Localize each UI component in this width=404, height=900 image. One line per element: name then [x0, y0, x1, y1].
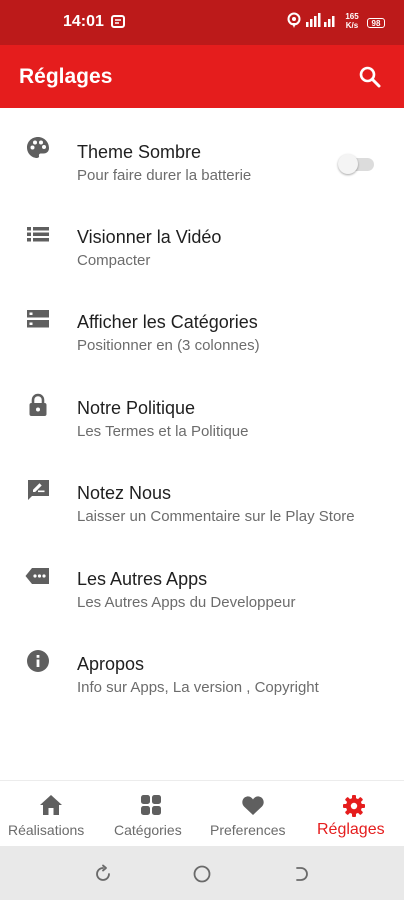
battery-level: 98	[371, 19, 381, 28]
rate-review-icon	[28, 480, 49, 500]
settings-list: Theme Sombre Pour faire durer la batteri…	[0, 108, 404, 707]
settings-item-subtitle: Pour faire durer la batterie	[77, 167, 252, 184]
signal-icon-sim2	[324, 16, 335, 27]
settings-item-about[interactable]: Apropos Info sur Apps, La version , Copy…	[0, 621, 404, 707]
settings-item-subtitle: Info sur Apps, La version , Copyright	[77, 679, 319, 696]
nav-item-preferences[interactable]: Preferences	[204, 781, 300, 847]
settings-item-title: Notre Politique	[77, 397, 196, 418]
home-icon	[40, 795, 62, 815]
settings-item-subtitle: Les Termes et la Politique	[77, 422, 249, 440]
info-icon	[27, 650, 49, 672]
lock-icon	[29, 393, 47, 416]
settings-item-video[interactable]: Visionner la Vidéo Compacter	[0, 194, 404, 280]
dark-theme-toggle[interactable]	[338, 153, 376, 175]
gear-icon	[343, 795, 365, 817]
system-navigation-bar	[0, 846, 404, 900]
nav-item-reglages[interactable]: Réglages	[310, 781, 404, 847]
bottom-navigation: Réalisations Catégories Preferences Régl…	[0, 780, 404, 847]
app-bar: Réglages	[0, 45, 404, 108]
storage-icon	[27, 310, 49, 328]
more-apps-icon	[25, 567, 49, 584]
search-icon[interactable]	[357, 64, 383, 90]
status-icons: 165 K/s 98	[287, 12, 392, 34]
nav-label: Réalisations	[8, 822, 85, 838]
page-title: Réglages	[19, 65, 113, 88]
settings-item-subtitle: Positionner en (3 colonnes)	[77, 337, 260, 354]
home-button-icon[interactable]	[191, 863, 213, 885]
hotspot-icon	[287, 12, 301, 28]
settings-item-title: Theme Sombre	[77, 142, 202, 162]
notification-note-icon	[111, 15, 125, 28]
palette-icon	[27, 137, 49, 158]
settings-item-title: Afficher les Catégories	[77, 312, 258, 332]
network-speed: 165 K/s	[343, 12, 361, 30]
settings-item-rate[interactable]: Notez Nous Laisser un Commentaire sur le…	[0, 450, 404, 536]
settings-item-title: Les Autres Apps	[77, 568, 208, 589]
settings-item-subtitle: Laisser un Commentaire sur le Play Store	[77, 508, 355, 525]
network-speed-value: 165	[345, 12, 359, 21]
settings-item-other-apps[interactable]: Les Autres Apps Les Autres Apps du Devel…	[0, 536, 404, 622]
nav-label: Catégories	[114, 822, 182, 838]
network-speed-unit: K/s	[345, 21, 359, 30]
nav-label: Preferences	[210, 822, 286, 838]
nav-item-realisations[interactable]: Réalisations	[0, 781, 102, 847]
status-bar: 14:01 165 K/s 98	[0, 0, 404, 45]
grid-icon	[141, 795, 161, 815]
recent-apps-icon[interactable]	[92, 863, 114, 885]
settings-item-subtitle: Compacter	[77, 251, 151, 269]
settings-item-policy[interactable]: Notre Politique Les Termes et la Politiq…	[0, 365, 404, 451]
back-icon[interactable]	[290, 863, 312, 885]
status-time: 14:01	[63, 13, 104, 30]
battery-icon: 98	[367, 18, 385, 28]
settings-item-subtitle: Les Autres Apps du Developpeur	[77, 593, 296, 611]
list-icon	[27, 226, 49, 241]
nav-label: Réglages	[317, 821, 385, 838]
settings-item-title: Apropos	[77, 654, 145, 674]
settings-item-categories[interactable]: Afficher les Catégories Positionner en (…	[0, 279, 404, 365]
settings-item-title: Notez Nous	[77, 483, 172, 503]
signal-icon-sim1	[306, 13, 321, 27]
toggle-knob	[338, 154, 358, 174]
nav-item-categories[interactable]: Catégories	[104, 781, 200, 847]
heart-icon	[242, 796, 264, 815]
settings-item-title: Visionner la Vidéo	[77, 226, 222, 247]
settings-item-theme[interactable]: Theme Sombre Pour faire durer la batteri…	[0, 108, 404, 194]
